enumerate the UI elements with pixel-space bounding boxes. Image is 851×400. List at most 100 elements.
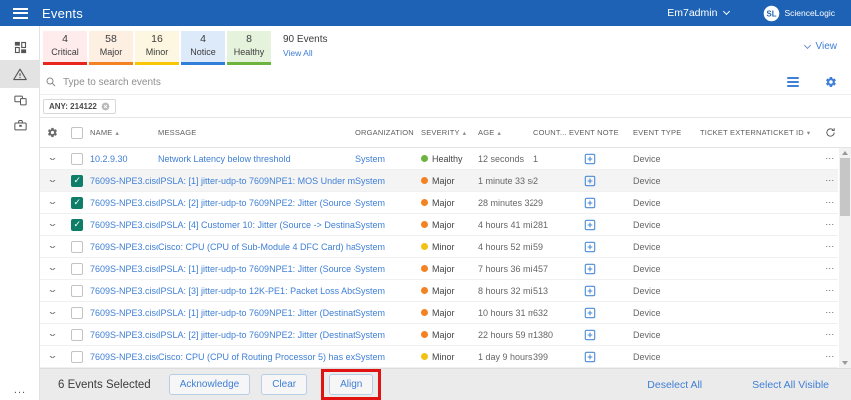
row-checkbox[interactable]	[71, 219, 83, 231]
row-expand-chevron-icon[interactable]	[48, 334, 55, 336]
row-actions-button[interactable]: ⋯	[822, 329, 838, 340]
column-header[interactable]: SEVERITY ▴	[421, 128, 478, 137]
event-name-link[interactable]: 7609S-NPE3.cisco.con	[90, 198, 158, 208]
column-header[interactable]: TICKET EXTERNAL R...	[700, 128, 766, 137]
column-header[interactable]: AGE ▴	[478, 128, 533, 137]
add-note-icon[interactable]	[584, 219, 596, 231]
severity-tile[interactable]: 16 Minor	[135, 31, 179, 65]
row-checkbox[interactable]	[71, 197, 83, 209]
add-note-icon[interactable]	[584, 285, 596, 297]
refresh-icon[interactable]	[822, 127, 838, 138]
select-all-checkbox[interactable]	[71, 127, 83, 139]
scroll-down-arrow-icon[interactable]	[842, 361, 848, 365]
sidebar-item-devices[interactable]	[0, 88, 40, 113]
row-checkbox[interactable]	[71, 175, 83, 187]
event-message-link[interactable]: Network Latency below threshold	[158, 154, 355, 164]
table-row[interactable]: 7609S-NPE3.cisco.con IPSLA: [3] jitter-u…	[40, 280, 838, 302]
column-header[interactable]: TICKET ID ▾	[766, 128, 822, 137]
row-checkbox[interactable]	[71, 153, 83, 165]
select-all-visible-link[interactable]: Select All Visible	[752, 379, 829, 391]
event-name-link[interactable]: 7609S-NPE3.cisco.con	[90, 286, 158, 296]
align-button[interactable]: Align	[329, 374, 373, 395]
row-checkbox[interactable]	[71, 307, 83, 319]
row-actions-button[interactable]: ⋯	[822, 197, 838, 208]
filter-chip[interactable]: ANY: 214122	[43, 99, 116, 114]
sidebar-item-dashboards[interactable]	[0, 35, 40, 60]
deselect-all-link[interactable]: Deselect All	[647, 379, 702, 391]
severity-tile[interactable]: 8 Healthy	[227, 31, 271, 65]
severity-tile[interactable]: 4 Notice	[181, 31, 225, 65]
event-message-link[interactable]: IPSLA: [4] Customer 10: Jitter (Source -…	[158, 220, 355, 230]
table-row[interactable]: 7609S-NPE3.cisco.con IPSLA: [1] jitter-u…	[40, 170, 838, 192]
row-checkbox[interactable]	[71, 241, 83, 253]
table-row[interactable]: 7609S-NPE3.cisco.con IPSLA: [2] jitter-u…	[40, 192, 838, 214]
vertical-scrollbar[interactable]	[839, 148, 851, 368]
add-note-icon[interactable]	[584, 241, 596, 253]
organization-link[interactable]: System	[355, 176, 421, 186]
table-row[interactable]: 10.2.9.30 Network Latency below threshol…	[40, 148, 838, 170]
table-row[interactable]: 7609S-NPE3.cisco.con Cisco: CPU (CPU of …	[40, 236, 838, 258]
add-note-icon[interactable]	[584, 307, 596, 319]
column-header[interactable]: NAME ▴	[90, 128, 158, 137]
organization-link[interactable]: System	[355, 198, 421, 208]
organization-link[interactable]: System	[355, 330, 421, 340]
scrollbar-thumb[interactable]	[840, 158, 850, 216]
severity-tile[interactable]: 4 Critical	[43, 31, 87, 65]
organization-link[interactable]: System	[355, 242, 421, 252]
row-checkbox[interactable]	[71, 263, 83, 275]
event-name-link[interactable]: 7609S-NPE3.cisco.con	[90, 308, 158, 318]
column-header[interactable]: COUNT...	[533, 128, 569, 137]
scroll-up-arrow-icon[interactable]	[842, 151, 848, 155]
event-name-link[interactable]: 7609S-NPE3.cisco.con	[90, 330, 158, 340]
table-row[interactable]: 7609S-NPE3.cisco.con IPSLA: [2] jitter-u…	[40, 324, 838, 346]
column-settings-gear-icon[interactable]	[40, 127, 64, 138]
organization-link[interactable]: System	[355, 352, 421, 362]
row-actions-button[interactable]: ⋯	[822, 351, 838, 362]
row-actions-button[interactable]: ⋯	[822, 285, 838, 296]
row-expand-chevron-icon[interactable]	[48, 290, 55, 292]
event-message-link[interactable]: IPSLA: [1] jitter-udp-to 7609NPE1: MOS U…	[158, 176, 355, 186]
event-name-link[interactable]: 7609S-NPE3.cisco.con	[90, 242, 158, 252]
clear-button[interactable]: Clear	[261, 374, 307, 395]
row-expand-chevron-icon[interactable]	[48, 224, 55, 226]
row-actions-button[interactable]: ⋯	[822, 153, 838, 164]
column-header[interactable]: ORGANIZATION	[355, 128, 421, 137]
event-message-link[interactable]: Cisco: CPU (CPU of Sub-Module 4 DFC Card…	[158, 242, 355, 252]
organization-link[interactable]: System	[355, 308, 421, 318]
row-actions-button[interactable]: ⋯	[822, 241, 838, 252]
column-header[interactable]: MESSAGE	[158, 128, 355, 137]
add-note-icon[interactable]	[584, 329, 596, 341]
row-checkbox[interactable]	[71, 351, 83, 363]
organization-link[interactable]: System	[355, 264, 421, 274]
user-menu[interactable]: Em7admin	[667, 7, 729, 19]
row-expand-chevron-icon[interactable]	[48, 158, 55, 160]
event-name-link[interactable]: 10.2.9.30	[90, 154, 158, 164]
list-options-icon[interactable]	[787, 77, 799, 87]
sidebar-more-button[interactable]: ...	[0, 384, 40, 396]
row-actions-button[interactable]: ⋯	[822, 263, 838, 274]
column-header[interactable]: EVENT TYPE	[633, 128, 700, 137]
event-message-link[interactable]: IPSLA: [1] jitter-udp-to 7609NPE1: Jitte…	[158, 308, 355, 318]
menu-icon[interactable]	[0, 8, 40, 19]
row-expand-chevron-icon[interactable]	[48, 312, 55, 314]
event-message-link[interactable]: Cisco: CPU (CPU of Routing Processor 5) …	[158, 352, 355, 362]
row-expand-chevron-icon[interactable]	[48, 202, 55, 204]
row-actions-button[interactable]: ⋯	[822, 219, 838, 230]
acknowledge-button[interactable]: Acknowledge	[169, 374, 250, 395]
row-expand-chevron-icon[interactable]	[48, 356, 55, 358]
sidebar-item-business-services[interactable]	[0, 113, 40, 138]
event-message-link[interactable]: IPSLA: [2] jitter-udp-to 7609NPE2: Jitte…	[158, 330, 355, 340]
add-note-icon[interactable]	[584, 153, 596, 165]
organization-link[interactable]: System	[355, 286, 421, 296]
view-all-link[interactable]: View All	[283, 47, 327, 59]
row-expand-chevron-icon[interactable]	[48, 180, 55, 182]
table-row[interactable]: 7609S-NPE3.cisco.con IPSLA: [1] jitter-u…	[40, 258, 838, 280]
table-row[interactable]: 7609S-NPE3.cisco.con IPSLA: [1] jitter-u…	[40, 302, 838, 324]
row-actions-button[interactable]: ⋯	[822, 175, 838, 186]
add-note-icon[interactable]	[584, 351, 596, 363]
chip-close-icon[interactable]	[101, 102, 110, 111]
add-note-icon[interactable]	[584, 175, 596, 187]
event-message-link[interactable]: IPSLA: [1] jitter-udp-to 7609NPE1: Jitte…	[158, 264, 355, 274]
event-name-link[interactable]: 7609S-NPE3.cisco.con	[90, 176, 158, 186]
organization-link[interactable]: System	[355, 220, 421, 230]
